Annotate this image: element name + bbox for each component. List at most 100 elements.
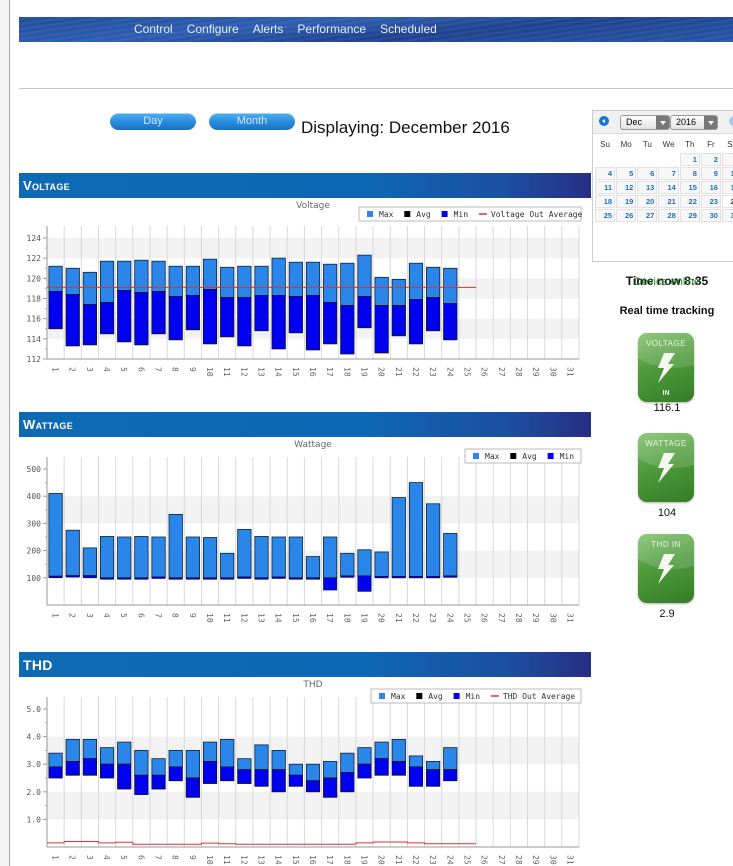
nav-alerts[interactable]: Alerts [253, 22, 284, 36]
bar-max [185, 750, 200, 779]
calendar-day[interactable]: 30 [700, 209, 721, 222]
bar-max [408, 755, 424, 768]
x-tick-label: 7 [154, 613, 163, 618]
calendar-day[interactable]: 15 [679, 181, 700, 194]
nav-configure[interactable]: Configure [187, 22, 239, 36]
x-tick-label: 10 [205, 855, 214, 865]
legend-swatch [453, 693, 460, 699]
x-tick-label: 15 [291, 613, 300, 623]
calendar-day[interactable]: 31 [721, 209, 733, 222]
legend-label: Max [391, 692, 406, 701]
calendar-day[interactable]: 7 [658, 167, 679, 180]
calendar-day[interactable]: 10 [721, 167, 733, 180]
grid-band [47, 791, 579, 820]
calendar-day[interactable]: 26 [616, 209, 637, 222]
bar-min [237, 297, 252, 347]
calendar-day[interactable]: 21 [658, 195, 679, 208]
bar-min [408, 576, 423, 579]
x-tick-label: 19 [359, 855, 368, 865]
x-tick-label: 30 [548, 367, 557, 377]
calendar-empty-cell [616, 153, 636, 166]
bar-max [340, 752, 355, 773]
bar-max [99, 747, 115, 765]
voltage-in-value: 116.1 [653, 402, 681, 414]
weekday-header: Th [685, 139, 695, 149]
legend-label: Avg [522, 452, 537, 461]
gauge-label: THD IN [651, 540, 681, 549]
calendar-day[interactable]: 17 [721, 181, 733, 194]
x-tick-label: 7 [154, 855, 163, 860]
y-tick-label: 5.0 [27, 705, 42, 714]
calendar-week: 25262728293031 [595, 209, 733, 222]
calendar-day[interactable]: 13 [637, 181, 658, 194]
month-select-value: Dec [626, 117, 643, 127]
voltage-in-gauge[interactable]: VOLTAGE IN [638, 333, 694, 402]
bar-min [306, 577, 320, 580]
month-view-button[interactable]: Month [209, 113, 295, 130]
calendar-day[interactable]: 8 [679, 167, 700, 180]
y-tick-label: 124 [27, 234, 42, 243]
calendar-day[interactable]: 23 [700, 195, 721, 208]
calendar-day[interactable]: 9 [700, 167, 721, 180]
nav-scheduled[interactable]: Scheduled [380, 22, 437, 36]
thd-in-gauge[interactable]: THD IN [638, 534, 694, 603]
x-tick-label: 24 [445, 367, 454, 377]
bar-min [443, 575, 458, 578]
y-tick-label: 1.0 [27, 815, 42, 824]
calendar-day[interactable]: 18 [595, 195, 616, 208]
y-tick-label: 300 [27, 519, 42, 528]
bar-max [99, 536, 115, 579]
nav-performance[interactable]: Performance [297, 22, 366, 36]
bar-min [271, 295, 286, 350]
bar-min [220, 766, 235, 782]
calendar-day[interactable]: 25 [595, 209, 616, 222]
calendar-day[interactable]: 22 [679, 195, 700, 208]
bar-min [426, 297, 441, 332]
x-tick-label: 18 [342, 367, 351, 377]
calendar-day[interactable]: 16 [700, 181, 721, 194]
bar-min [254, 577, 269, 580]
bar-max [99, 260, 115, 303]
calendar-day[interactable]: 2 [700, 153, 721, 166]
x-tick-label: 23 [428, 367, 437, 377]
bar-max [117, 536, 132, 579]
top-navigation-bar: Control Configure Alerts Performance Sch… [19, 17, 733, 42]
calendar-day[interactable]: 3 [721, 153, 733, 166]
calendar-day[interactable]: 11 [595, 181, 616, 194]
bar-max [151, 536, 166, 578]
x-tick-label: 14 [274, 855, 283, 865]
calendar-day[interactable]: 24 [721, 195, 733, 208]
calendar-day[interactable]: 29 [679, 209, 700, 222]
x-tick-label: 10 [205, 613, 214, 623]
bar-min [185, 577, 200, 580]
day-view-button[interactable]: Day [110, 113, 196, 130]
bar-min [82, 758, 97, 776]
x-tick-label: 31 [565, 613, 574, 623]
nav-control[interactable]: Control [134, 22, 173, 36]
x-tick-label: 28 [514, 367, 523, 377]
wattage-chart-svg: 1002003004005001 2 3 4 5 6 7 8 9 10 11 12 13 14 15 16 17… [27, 440, 582, 623]
calendar-day[interactable]: 6 [637, 167, 658, 180]
month-select[interactable]: Dec [620, 115, 670, 130]
bar-min [134, 292, 149, 346]
calendar-day[interactable]: 1 [679, 153, 700, 166]
calendar-day[interactable]: 19 [616, 195, 637, 208]
calendar-day[interactable]: 12 [616, 181, 637, 194]
x-tick-label: 2 [68, 855, 77, 860]
previous-month-icon[interactable] [599, 116, 609, 126]
next-month-icon[interactable] [729, 116, 733, 126]
wattage-gauge[interactable]: WATTAGE [638, 433, 694, 502]
x-tick-label: 30 [548, 855, 557, 865]
calendar-day[interactable]: 14 [658, 181, 679, 194]
calendar-day[interactable]: 27 [637, 209, 658, 222]
y-tick-label: 116 [27, 315, 42, 324]
year-select[interactable]: 2016 [670, 115, 718, 130]
calendar-day[interactable]: 20 [637, 195, 658, 208]
calendar-day[interactable]: 5 [616, 167, 637, 180]
calendar-header: Dec 2016 [593, 111, 733, 134]
x-tick-label: 12 [239, 613, 248, 623]
calendar-day[interactable]: 28 [658, 209, 679, 222]
bar-max [151, 758, 166, 776]
bar-min [237, 769, 252, 784]
calendar-day[interactable]: 4 [595, 167, 616, 180]
